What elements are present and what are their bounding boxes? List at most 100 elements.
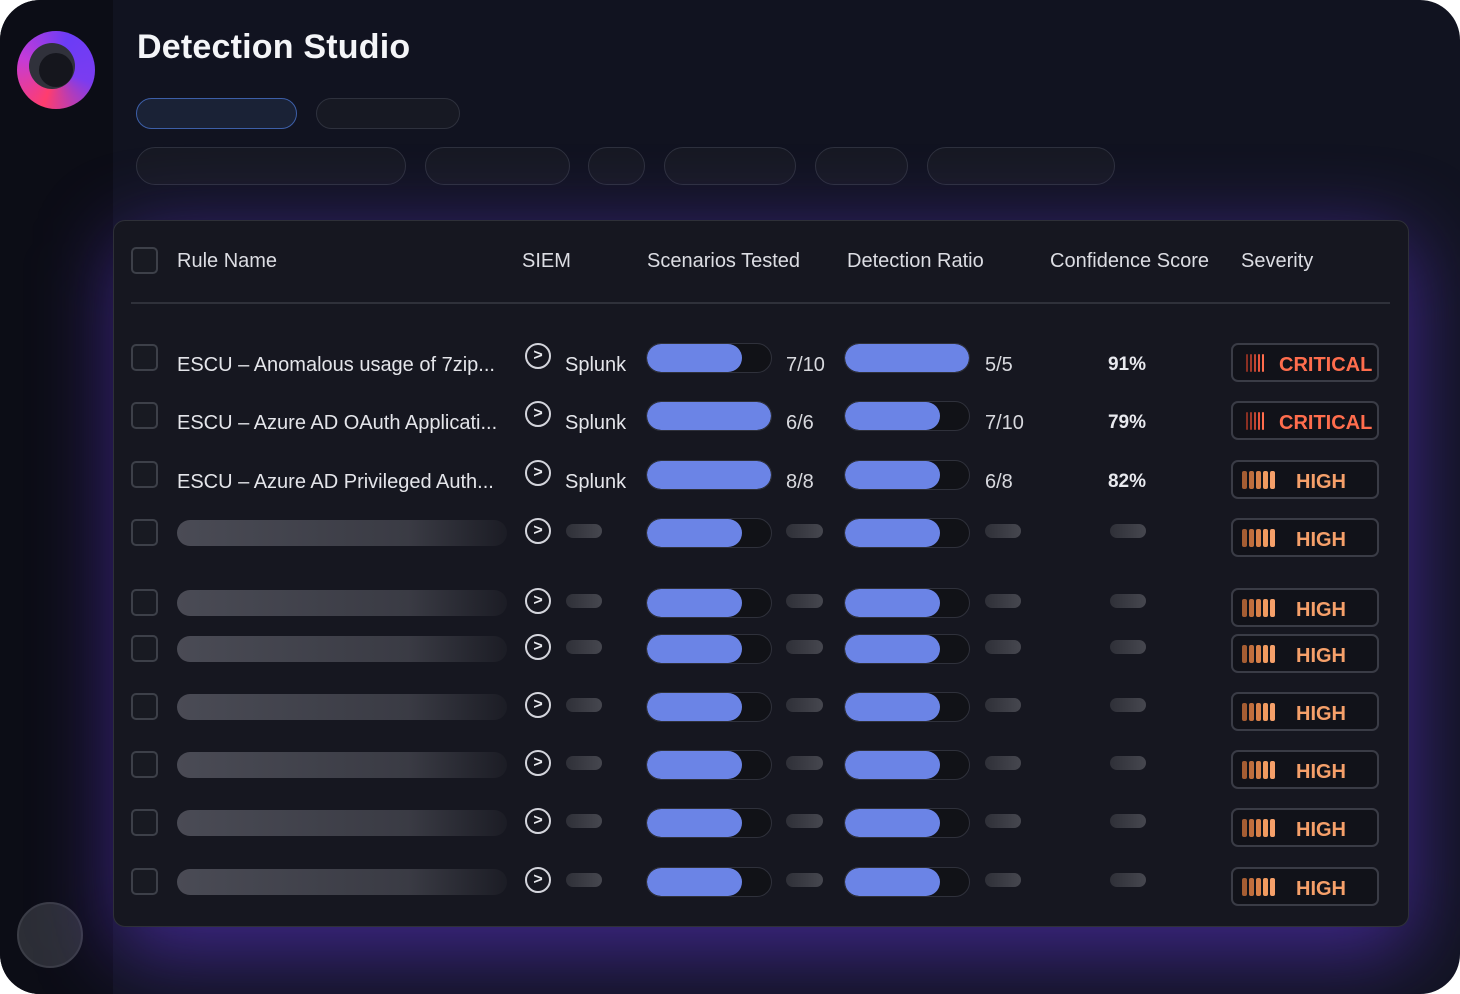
table-row[interactable]: > HIGH — [0, 692, 1460, 736]
avatar[interactable] — [17, 902, 83, 968]
scenarios-placeholder — [786, 873, 823, 887]
rule-name-placeholder — [177, 520, 507, 546]
scenarios-progress-bar — [646, 808, 772, 838]
detection-progress-bar — [844, 460, 970, 490]
severity-badge: CRITICAL — [1231, 343, 1379, 382]
tab-placeholder[interactable] — [316, 98, 460, 129]
detection-placeholder — [985, 756, 1021, 770]
severity-badge: HIGH — [1231, 460, 1379, 499]
detection-progress-bar — [844, 750, 970, 780]
select-all-checkbox[interactable] — [131, 247, 158, 274]
filter-chip-placeholder[interactable] — [136, 147, 406, 185]
table-row[interactable]: > HIGH — [0, 634, 1460, 678]
chevron-right-icon[interactable]: > — [525, 401, 551, 427]
severity-label: HIGH — [1296, 761, 1346, 783]
chevron-right-icon[interactable]: > — [525, 867, 551, 893]
row-checkbox[interactable] — [131, 589, 158, 616]
critical-bars-icon — [1242, 354, 1276, 372]
critical-bars-icon — [1242, 412, 1276, 430]
siem-placeholder — [566, 814, 602, 828]
scenarios-placeholder — [786, 814, 823, 828]
table-row[interactable]: > HIGH — [0, 750, 1460, 794]
severity-badge: HIGH — [1231, 634, 1379, 673]
row-checkbox[interactable] — [131, 693, 158, 720]
severity-label: HIGH — [1296, 819, 1346, 841]
rule-name-placeholder — [177, 636, 507, 662]
detection-progress-bar — [844, 808, 970, 838]
detection-progress-bar — [844, 518, 970, 548]
row-checkbox[interactable] — [131, 519, 158, 546]
column-header-siem[interactable]: SIEM — [522, 250, 571, 273]
table-row[interactable]: ESCU – Anomalous usage of 7zip... > Splunk… — [0, 343, 1460, 387]
detection-placeholder — [985, 814, 1021, 828]
scenarios-progress-bar — [646, 518, 772, 548]
detection-ratio-value: 7/10 — [985, 412, 1024, 434]
column-header-confidence-score[interactable]: Confidence Score — [1050, 250, 1209, 273]
row-checkbox[interactable] — [131, 344, 158, 371]
siem-placeholder — [566, 594, 602, 608]
table-row[interactable]: > HIGH — [0, 518, 1460, 562]
filter-chip-placeholder[interactable] — [588, 147, 645, 185]
detection-placeholder — [985, 698, 1021, 712]
scenarios-progress-bar — [646, 460, 772, 490]
siem-name: Splunk — [565, 354, 627, 376]
filter-chip-placeholder[interactable] — [664, 147, 796, 185]
table-row[interactable]: > HIGH — [0, 588, 1460, 632]
chevron-right-icon[interactable]: > — [525, 518, 551, 544]
table-row[interactable]: ESCU – Azure AD OAuth Applicati... > Splun… — [0, 401, 1460, 445]
rule-name-placeholder — [177, 694, 507, 720]
rule-name[interactable]: ESCU – Anomalous usage of 7zip... — [177, 354, 495, 377]
chevron-right-icon[interactable]: > — [525, 634, 551, 660]
scenarios-progress-bar — [646, 343, 772, 373]
siem-placeholder — [566, 640, 602, 654]
row-checkbox[interactable] — [131, 809, 158, 836]
row-checkbox[interactable] — [131, 635, 158, 662]
severity-label: HIGH — [1296, 529, 1346, 551]
column-header-scenarios-tested[interactable]: Scenarios Tested — [647, 250, 800, 273]
column-header-detection-ratio[interactable]: Detection Ratio — [847, 250, 984, 273]
table-row[interactable]: > HIGH — [0, 867, 1460, 911]
severity-label: HIGH — [1296, 599, 1346, 621]
scenarios-placeholder — [786, 524, 823, 538]
chevron-right-icon[interactable]: > — [525, 808, 551, 834]
column-header-severity[interactable]: Severity — [1241, 250, 1313, 273]
filter-chip-placeholder[interactable] — [927, 147, 1115, 185]
confidence-placeholder — [1110, 698, 1146, 712]
column-header-rule-name[interactable]: Rule Name — [177, 250, 277, 273]
high-bars-icon — [1242, 819, 1276, 837]
rule-name-placeholder — [177, 752, 507, 778]
filter-chip-placeholder[interactable] — [425, 147, 570, 185]
filter-chip-placeholder[interactable] — [815, 147, 908, 185]
severity-badge: HIGH — [1231, 588, 1379, 627]
confidence-placeholder — [1110, 524, 1146, 538]
severity-badge: HIGH — [1231, 692, 1379, 731]
chevron-right-icon[interactable]: > — [525, 750, 551, 776]
row-checkbox[interactable] — [131, 402, 158, 429]
table-row[interactable]: ESCU – Azure AD Privileged Auth... > Splun… — [0, 460, 1460, 504]
table-row[interactable]: > HIGH — [0, 808, 1460, 852]
detection-progress-bar — [844, 588, 970, 618]
row-checkbox[interactable] — [131, 868, 158, 895]
scenarios-progress-bar — [646, 750, 772, 780]
tab-placeholder-active[interactable] — [136, 98, 297, 129]
row-checkbox[interactable] — [131, 751, 158, 778]
scenarios-progress-bar — [646, 588, 772, 618]
confidence-score: 79% — [1107, 412, 1147, 433]
scenarios-progress-bar — [646, 867, 772, 897]
rule-name[interactable]: ESCU – Azure AD OAuth Applicati... — [177, 412, 497, 435]
detection-progress-bar — [844, 401, 970, 431]
detection-placeholder — [985, 873, 1021, 887]
siem-placeholder — [566, 698, 602, 712]
chevron-right-icon[interactable]: > — [525, 460, 551, 486]
rule-name[interactable]: ESCU – Azure AD Privileged Auth... — [177, 471, 494, 494]
row-checkbox[interactable] — [131, 461, 158, 488]
siem-placeholder — [566, 873, 602, 887]
detection-progress-bar — [844, 692, 970, 722]
siem-name: Splunk — [565, 412, 627, 434]
siem-name: Splunk — [565, 471, 627, 493]
scenarios-placeholder — [786, 594, 823, 608]
chevron-right-icon[interactable]: > — [525, 343, 551, 369]
chevron-right-icon[interactable]: > — [525, 588, 551, 614]
app-logo-icon[interactable] — [17, 31, 95, 109]
chevron-right-icon[interactable]: > — [525, 692, 551, 718]
